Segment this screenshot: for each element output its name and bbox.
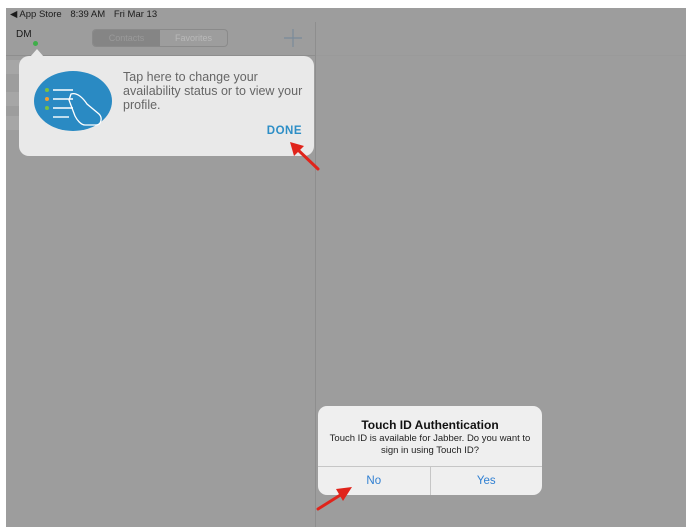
alert-title: Touch ID Authentication	[361, 418, 499, 432]
status-bar: ◀ App Store 8:39 AM Fri Mar 13	[6, 8, 686, 22]
status-date: Fri Mar 13	[113, 9, 158, 20]
popover-message: Tap here to change your availability sta…	[123, 70, 303, 112]
yes-button[interactable]: Yes	[431, 467, 543, 495]
plus-icon[interactable]	[282, 27, 304, 49]
annotation-arrow-icon	[316, 487, 352, 511]
avatar[interactable]: DM	[16, 29, 32, 40]
alert-message: Touch ID is available for Jabber. Do you…	[329, 433, 531, 456]
tap-hint-icon	[34, 71, 112, 131]
contacts-favorites-segmented-control: Contacts Favorites	[92, 29, 228, 47]
popover-pointer	[30, 49, 44, 57]
tab-favorites[interactable]: Favorites	[160, 30, 227, 46]
tab-contacts[interactable]: Contacts	[93, 30, 160, 46]
annotation-arrow-icon	[290, 142, 320, 171]
status-time: 8:39 AM	[70, 9, 106, 20]
contacts-navbar: DM Contacts Favorites	[6, 22, 316, 56]
split-view-divider	[315, 22, 316, 527]
profile-hint-popover: Tap here to change your availability sta…	[19, 49, 314, 156]
app-screen: ◀ App Store 8:39 AM Fri Mar 13 DM Contac…	[6, 8, 686, 527]
back-to-app-store[interactable]: ◀ App Store	[10, 9, 62, 20]
presence-status-dot	[33, 41, 38, 46]
done-button[interactable]: DONE	[267, 125, 302, 137]
detail-header-divider	[316, 55, 686, 56]
